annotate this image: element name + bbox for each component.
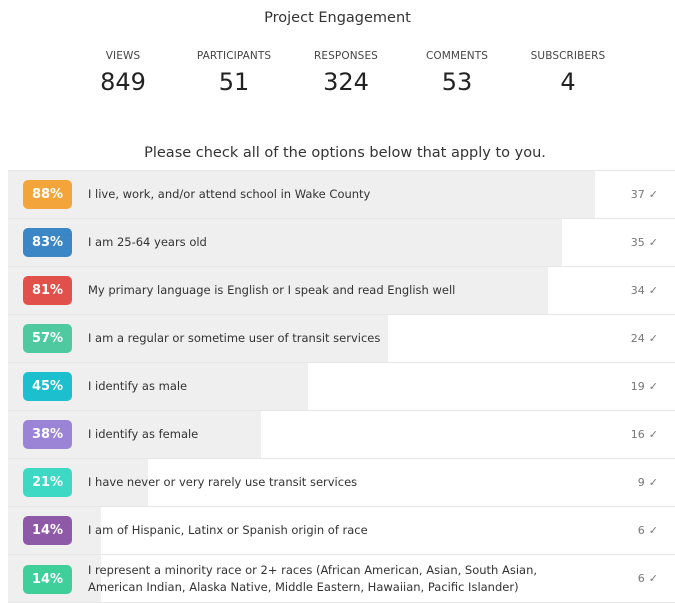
stat-value: 849 (100, 68, 146, 96)
option-row[interactable]: 57% I am a regular or sometime user of tr… (8, 315, 675, 363)
option-row[interactable]: 83% I am 25-64 years old 35 ✓ (8, 219, 675, 267)
checkmark-icon: ✓ (648, 524, 658, 537)
option-count: 6 ✓ (638, 555, 658, 602)
stat-subscribers: SUBSCRIBERS 4 (508, 50, 628, 96)
percent-badge: 21% (23, 468, 72, 497)
stats-bar: VIEWS 849 PARTICIPANTS 51 RESPONSES 324 … (63, 50, 633, 110)
percent-badge: 81% (23, 276, 72, 305)
option-label: I identify as female (88, 427, 199, 441)
checkmark-icon: ✓ (648, 284, 658, 297)
stat-value: 4 (560, 68, 576, 96)
checkmark-icon: ✓ (648, 380, 658, 393)
count-value: 37 (630, 188, 645, 201)
stat-label: COMMENTS (425, 50, 489, 62)
option-label: I represent a minority race or 2+ races … (88, 562, 538, 594)
stat-label: VIEWS (105, 50, 141, 62)
option-count: 37 ✓ (631, 171, 658, 218)
percent-badge: 14% (23, 565, 72, 594)
count-value: 6 (637, 572, 645, 585)
option-count: 19 ✓ (631, 363, 658, 410)
count-value: 35 (630, 236, 645, 249)
count-value: 34 (630, 284, 645, 297)
count-value: 6 (637, 524, 645, 537)
option-label: I am 25-64 years old (88, 235, 207, 249)
percent-badge: 83% (23, 228, 72, 257)
count-value: 16 (630, 428, 645, 441)
option-label: I am of Hispanic, Latinx or Spanish orig… (88, 523, 368, 537)
options-list: 88% I live, work, and/or attend school in… (8, 170, 675, 603)
stat-participants: PARTICIPANTS 51 (174, 50, 294, 96)
page-title: Project Engagement (264, 10, 411, 26)
checkmark-icon: ✓ (648, 236, 658, 249)
checkmark-icon: ✓ (648, 476, 658, 489)
option-label: My primary language is English or I spea… (88, 283, 456, 297)
option-label: I live, work, and/or attend school in Wa… (88, 187, 371, 201)
option-label: I am a regular or sometime user of trans… (88, 331, 381, 345)
percent-badge: 88% (23, 180, 72, 209)
percent-badge: 57% (23, 324, 72, 353)
stat-label: RESPONSES (314, 50, 378, 62)
percent-badge: 45% (23, 372, 72, 401)
stat-label: PARTICIPANTS (196, 50, 272, 62)
stat-label: SUBSCRIBERS (530, 50, 606, 62)
stat-value: 324 (323, 68, 369, 96)
option-label: I identify as male (88, 379, 188, 393)
option-count: 24 ✓ (631, 315, 658, 362)
option-row[interactable]: 81% My primary language is English or I s… (8, 267, 675, 315)
count-value: 19 (630, 380, 645, 393)
option-label: I have never or very rarely use transit … (88, 475, 358, 489)
checkmark-icon: ✓ (648, 572, 658, 585)
count-value: 24 (630, 332, 645, 345)
percent-badge: 14% (23, 516, 72, 545)
stat-responses: RESPONSES 324 (286, 50, 406, 96)
option-row[interactable]: 21% I have never or very rarely use trans… (8, 459, 675, 507)
stat-comments: COMMENTS 53 (397, 50, 517, 96)
option-count: 34 ✓ (631, 267, 658, 314)
option-row[interactable]: 38% I identify as female 16 ✓ (8, 411, 675, 459)
option-row[interactable]: 14% I am of Hispanic, Latinx or Spanish o… (8, 507, 675, 555)
checkmark-icon: ✓ (648, 428, 658, 441)
checkmark-icon: ✓ (648, 332, 658, 345)
stat-views: VIEWS 849 (63, 50, 183, 96)
option-row[interactable]: 88% I live, work, and/or attend school in… (8, 171, 675, 219)
question-text: Please check all of the options below th… (144, 145, 546, 161)
option-row[interactable]: 45% I identify as male 19 ✓ (8, 363, 675, 411)
option-count: 35 ✓ (631, 219, 658, 266)
option-count: 6 ✓ (638, 507, 658, 554)
stat-value: 51 (218, 68, 250, 96)
percent-badge: 38% (23, 420, 72, 449)
stat-value: 53 (441, 68, 473, 96)
option-count: 16 ✓ (631, 411, 658, 458)
checkmark-icon: ✓ (648, 188, 658, 201)
option-count: 9 ✓ (638, 459, 658, 506)
count-value: 9 (637, 476, 645, 489)
option-row[interactable]: 14% I represent a minority race or 2+ rac… (8, 555, 675, 603)
engagement-page: Project Engagement VIEWS 849 PARTICIPANT… (0, 0, 675, 603)
